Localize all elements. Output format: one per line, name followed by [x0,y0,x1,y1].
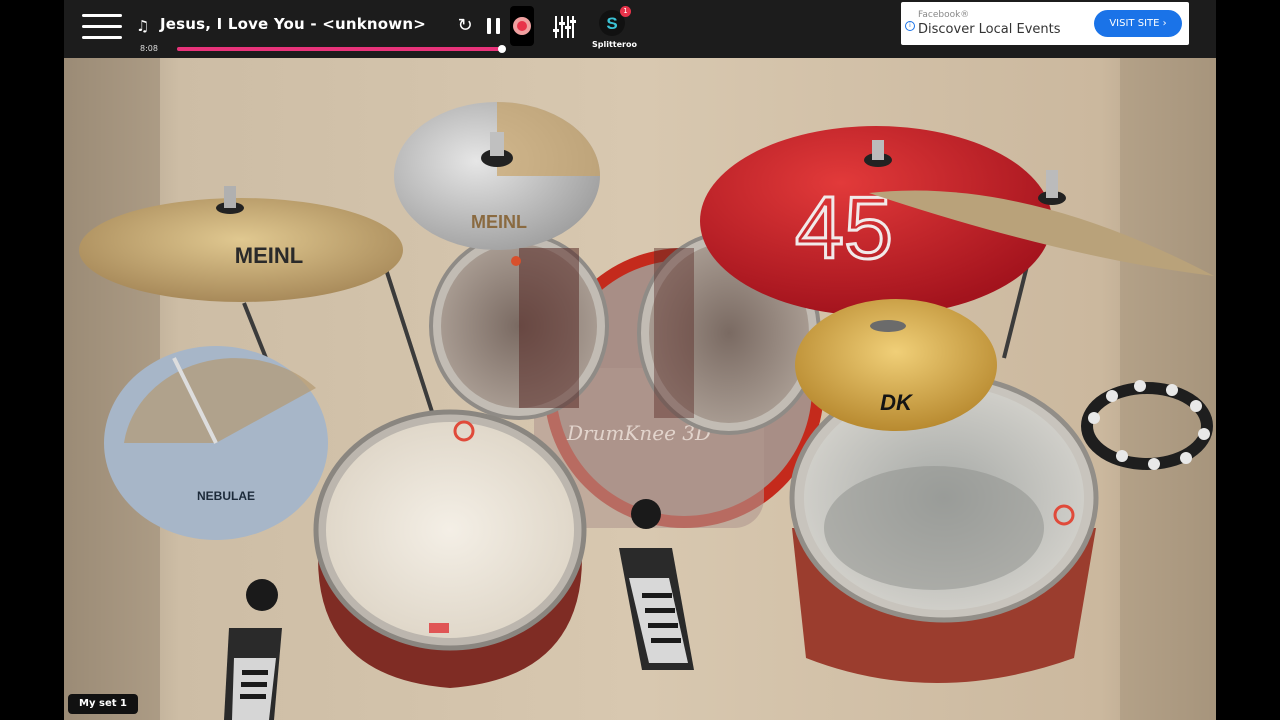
splitteroo-label: Splitteroo [592,40,637,49]
drum-stage: DrumKnee 3D MEINL MEINL 45 DK NEBULAE [64,58,1216,720]
mixer-icon[interactable] [552,14,576,40]
nebulae-cymbal[interactable]: NEBULAE [104,346,328,540]
song-progress-knob[interactable] [497,45,506,53]
splitteroo-badge: 1 [620,6,631,17]
rack-tom-left[interactable] [429,232,609,420]
snare-drum[interactable] [313,409,587,688]
chevron-right-icon: › [1162,18,1167,29]
restart-icon[interactable]: ↻ [452,13,478,39]
svg-text:S: S [606,14,617,33]
song-title: Jesus, I Love You - <unknown> [160,15,426,33]
drum-set-selector[interactable]: My set 1 [68,694,138,714]
meinl-logo: MEINL [235,243,303,268]
app-viewport: DrumKnee 3D MEINL MEINL 45 DK NEBULAE ♫ … [64,0,1216,720]
ad-button-label: VISIT SITE [1109,18,1160,29]
ad-banner[interactable]: i Facebook® Discover Local Events VISIT … [901,2,1189,45]
song-file-icon: ♫ [136,17,150,35]
song-progress-bar[interactable] [177,45,506,53]
ad-source: Facebook® [918,10,970,20]
meinl-logo-small: MEINL [471,212,527,232]
ad-info-icon[interactable]: i [905,21,915,31]
ad-text: Discover Local Events [918,22,1061,37]
dk-logo: DK [880,390,914,415]
record-icon [513,17,531,35]
song-progress-fill [177,47,502,51]
record-button[interactable] [510,6,534,46]
hamburger-menu-icon[interactable] [82,14,122,44]
crash-cymbal-center[interactable]: MEINL [394,102,600,250]
pause-icon[interactable] [481,13,507,39]
top-bar: ♫ Jesus, I Love You - <unknown> 8:08 ↻ S… [64,0,1216,58]
ad-visit-site-button[interactable]: VISIT SITE › [1094,10,1182,37]
nebulae-logo: NEBULAE [197,489,255,503]
dk-splash-cymbal[interactable]: DK [795,299,997,431]
elapsed-time: 8:08 [140,44,158,53]
